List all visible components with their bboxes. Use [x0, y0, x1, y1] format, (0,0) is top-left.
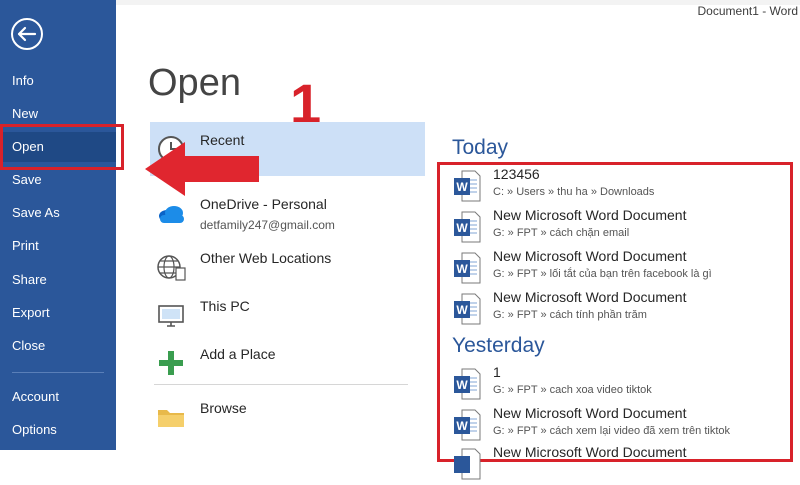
location-label: This PC — [200, 298, 250, 314]
recent-document[interactable]: W New Microsoft Word Document G: » FPT »… — [448, 207, 788, 247]
sidebar-item-share[interactable]: Share — [0, 265, 116, 295]
document-name: New Microsoft Word Document — [493, 207, 687, 223]
word-doc-icon: W — [453, 170, 481, 202]
recent-document[interactable]: W 1 G: » FPT » cach xoa video tiktok — [448, 364, 788, 404]
annotation-arrow-icon — [145, 142, 259, 196]
back-arrow-icon[interactable] — [10, 17, 44, 51]
location-label: Browse — [200, 400, 247, 416]
document-path: G: » FPT » cách chặn email — [493, 227, 630, 239]
document-path: G: » FPT » cách tính phần trăm — [493, 309, 647, 321]
recent-document[interactable]: New Microsoft Word Document — [448, 444, 788, 484]
document-name: 123456 — [493, 166, 540, 182]
location-this-pc[interactable]: This PC — [150, 288, 425, 342]
recent-document[interactable]: W 123456 C: » Users » thu ha » Downloads — [448, 166, 788, 206]
document-path: C: » Users » thu ha » Downloads — [493, 186, 655, 198]
document-path: G: » FPT » lối tắt của bạn trên facebook… — [493, 268, 712, 280]
word-doc-icon: W — [453, 293, 481, 325]
word-doc-icon: W — [453, 211, 481, 243]
section-today: Today — [452, 136, 509, 159]
location-label: Add a Place — [200, 346, 276, 362]
document-name: New Microsoft Word Document — [493, 248, 687, 264]
location-account-email: detfamily247@gmail.com — [200, 218, 335, 232]
plus-icon — [154, 346, 188, 380]
locations-divider — [154, 384, 408, 385]
sidebar-item-info[interactable]: Info — [0, 66, 116, 96]
document-name: New Microsoft Word Document — [493, 444, 687, 460]
recent-document[interactable]: W New Microsoft Word Document G: » FPT »… — [448, 248, 788, 288]
window-title: Document1 - Word — [697, 4, 798, 18]
globe-icon — [154, 250, 188, 284]
page-title: Open — [148, 62, 241, 104]
document-name: 1 — [493, 364, 501, 380]
open-highlight-box — [0, 124, 124, 170]
sidebar-item-save-as[interactable]: Save As — [0, 198, 116, 228]
sidebar-item-print[interactable]: Print — [0, 231, 116, 261]
section-yesterday: Yesterday — [452, 334, 545, 357]
sidebar-item-options[interactable]: Options — [0, 415, 116, 445]
word-doc-icon: W — [453, 252, 481, 284]
recent-document[interactable]: W New Microsoft Word Document G: » FPT »… — [448, 289, 788, 329]
svg-text:W: W — [456, 303, 468, 317]
svg-text:W: W — [456, 221, 468, 235]
location-label: Other Web Locations — [200, 250, 332, 266]
svg-text:W: W — [456, 378, 468, 392]
onedrive-cloud-icon — [154, 196, 188, 230]
location-add-place[interactable]: Add a Place — [150, 336, 425, 390]
sidebar-item-export[interactable]: Export — [0, 298, 116, 328]
folder-icon — [154, 400, 188, 434]
location-other-web[interactable]: Other Web Locations — [150, 240, 425, 294]
document-name: New Microsoft Word Document — [493, 405, 687, 421]
location-label: OneDrive - Personal — [200, 196, 327, 212]
document-path: G: » FPT » cach xoa video tiktok — [493, 384, 652, 396]
svg-text:W: W — [456, 419, 468, 433]
word-doc-icon: W — [453, 368, 481, 400]
svg-text:W: W — [456, 180, 468, 194]
word-doc-icon: W — [453, 409, 481, 441]
sidebar-item-account[interactable]: Account — [0, 382, 116, 412]
recent-document[interactable]: W New Microsoft Word Document G: » FPT »… — [448, 405, 788, 445]
word-doc-icon — [453, 448, 481, 480]
document-path: G: » FPT » cách xem lại video đã xem trê… — [493, 425, 731, 437]
computer-icon — [154, 298, 188, 332]
document-name: New Microsoft Word Document — [493, 289, 687, 305]
sidebar-divider — [12, 372, 104, 373]
location-browse[interactable]: Browse — [150, 390, 425, 444]
svg-text:W: W — [456, 262, 468, 276]
backstage-sidebar: Info New Open Save Save As Print Share E… — [0, 0, 116, 450]
sidebar-item-close[interactable]: Close — [0, 331, 116, 361]
